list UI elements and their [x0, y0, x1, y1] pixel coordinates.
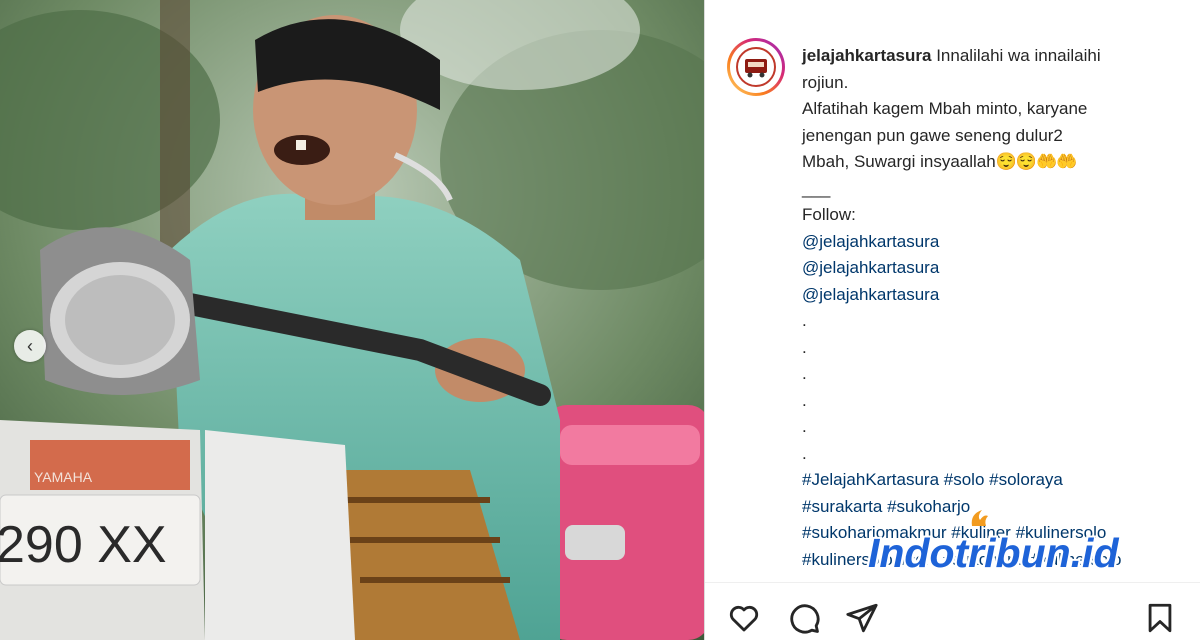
caption-text: Follow:: [802, 205, 856, 224]
like-button[interactable]: [727, 601, 761, 635]
caption-dot: .: [802, 311, 807, 330]
share-button[interactable]: [845, 601, 879, 635]
mention-link[interactable]: @jelajahkartasura: [802, 229, 1192, 256]
mention-link[interactable]: @jelajahkartasura: [802, 282, 1192, 309]
mention-link[interactable]: @jelajahkartasura: [802, 255, 1192, 282]
caption-text: jenengan pun gawe seneng dulur2: [802, 125, 1063, 145]
save-button[interactable]: [1143, 601, 1177, 635]
hashtag-line: #surakarta #sukoharjo: [802, 494, 1192, 521]
hashtag-link[interactable]: #solo: [944, 470, 985, 489]
hashtag-link[interactable]: #JelajahKartasura: [802, 470, 939, 489]
caption-dot: .: [802, 337, 807, 357]
watermark: Indotribun.id: [868, 530, 1119, 576]
caption: jelajahkartasura Innalilahi wa innailaih…: [802, 43, 1192, 573]
username-link[interactable]: jelajahkartasura: [802, 46, 931, 65]
caption-text: rojiun.: [802, 72, 849, 92]
caption-line: jelajahkartasura Innalilahi wa innailaih…: [802, 43, 1192, 70]
caption-dot: .: [802, 390, 807, 410]
previous-button[interactable]: ‹: [14, 330, 46, 362]
paper-plane-icon: [846, 603, 878, 633]
bookmark-icon: [1148, 603, 1172, 633]
comment-button[interactable]: [787, 601, 821, 635]
caption-dot: .: [802, 443, 807, 463]
hashtag-link[interactable]: #soloraya: [989, 470, 1063, 489]
hashtag-link[interactable]: #surakarta: [802, 497, 882, 516]
caption-dot: .: [802, 364, 807, 383]
action-bar: [705, 582, 1200, 641]
caption-line: Mbah, Suwargi insyaallah😌😌🤲🤲: [802, 149, 1192, 176]
instagram-post: 290 XX YAMAHA ‹ jelajahkartasura Innalil…: [0, 0, 1200, 641]
watermark-icon: [971, 510, 988, 526]
caption-text: Mbah, Suwargi insyaallah: [802, 152, 996, 171]
heart-icon: [729, 605, 759, 632]
hashtag-link[interactable]: #sukoharjo: [887, 497, 970, 516]
post-photo-illustration: 290 XX YAMAHA: [0, 0, 704, 640]
caption-text: ___: [802, 178, 831, 198]
caption-text: Alfatihah kagem Mbah minto, karyane: [802, 99, 1088, 118]
plate-text: 290 XX: [0, 516, 167, 574]
brand-text: YAMAHA: [34, 469, 93, 485]
bus-logo-icon: [736, 47, 776, 87]
hashtag-line: #JelajahKartasura #solo #soloraya: [802, 467, 1192, 494]
caption-dot: .: [802, 417, 807, 436]
chevron-left-icon: ‹: [27, 335, 33, 356]
caption-text: Innalilahi wa innailaihi: [936, 46, 1101, 65]
emoji-text: 😌😌🤲🤲: [995, 152, 1078, 171]
avatar[interactable]: [727, 38, 785, 96]
comment-icon: [790, 604, 820, 634]
post-photo[interactable]: 290 XX YAMAHA ‹: [0, 0, 704, 640]
avatar-logo: [734, 45, 778, 89]
